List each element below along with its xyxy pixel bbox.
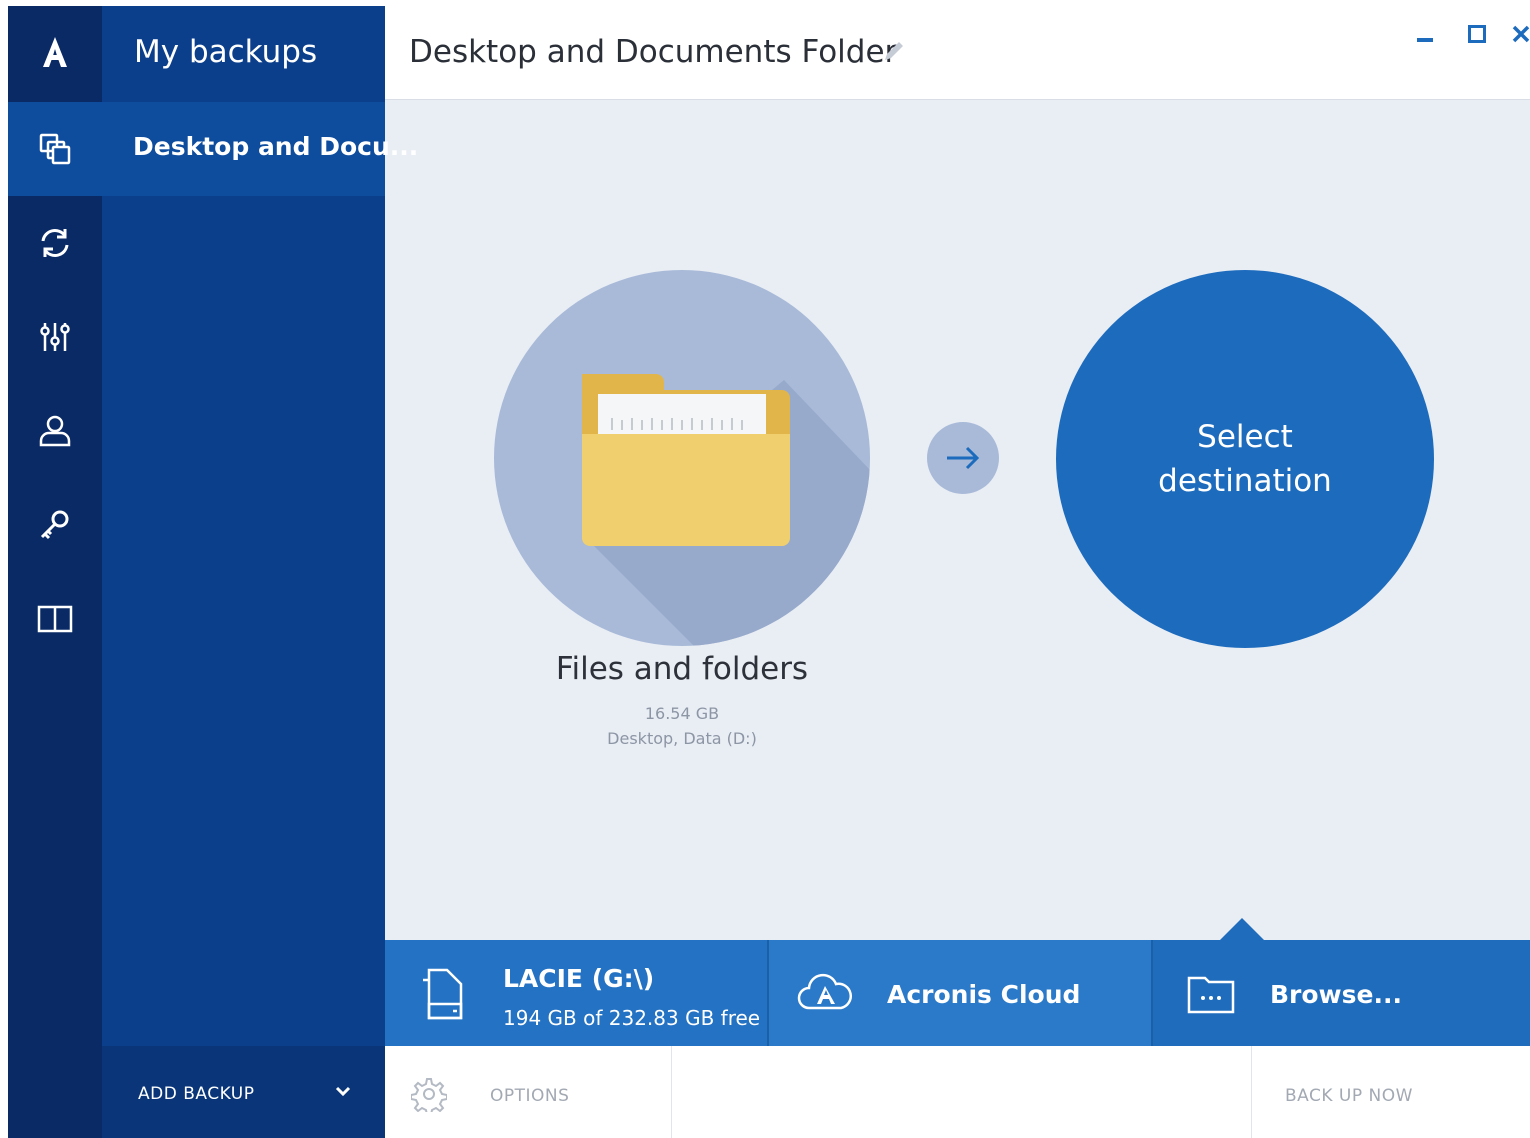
destination-acronis-cloud[interactable]: Acronis Cloud [769,940,1153,1046]
panel-title: My backups [134,34,318,70]
close-icon [1512,25,1530,43]
backups-panel: My backups Desktop and Docu... ADD BACKU… [102,6,418,1138]
chevron-down-icon[interactable] [332,1080,354,1102]
source-location: Desktop, Data (D:) [607,729,757,748]
destination-browse[interactable]: Browse... [1153,940,1530,1046]
cloud-icon [797,973,853,1010]
add-backup-button[interactable]: ADD BACKUP [102,1046,385,1138]
source-size: 16.54 GB [644,704,720,723]
maximize-button[interactable] [1461,18,1493,50]
bottom-toolbar: OPTIONS BACK UP NOW [385,1046,1530,1138]
destination-lacie[interactable]: LACIE (G:\) 194 GB of 232.83 GB free [385,940,769,1046]
folder-browse-icon [1187,976,1235,1014]
destination-free-space: 194 GB of 232.83 GB free [503,1006,761,1030]
acronis-logo-icon [8,6,102,100]
backup-copies-icon[interactable] [8,102,102,196]
key-icon[interactable] [8,478,102,572]
close-button[interactable] [1505,18,1530,50]
gear-icon[interactable] [411,1076,447,1112]
arrow-right-icon [927,422,999,494]
external-drive-icon [423,968,463,1020]
destination-name: Acronis Cloud [887,980,1081,1009]
destination-name: LACIE (G:\) [503,964,655,993]
source-selector[interactable] [494,270,870,646]
destination-selector[interactable]: Select destination [1056,270,1434,648]
divider [1251,1046,1252,1138]
destination-label: Select destination [1158,419,1332,499]
icon-rail [8,6,102,1138]
options-button[interactable]: OPTIONS [490,1086,569,1106]
header-bar: Desktop and Documents Folder [385,6,1530,100]
minimize-button[interactable] [1409,18,1441,50]
edit-pencil-icon[interactable] [879,38,907,66]
tools-sliders-icon[interactable] [8,290,102,384]
folder-icon [582,374,870,646]
destination-pointer [1220,918,1264,940]
sync-icon[interactable] [8,196,102,290]
book-icon[interactable] [8,572,102,666]
account-icon[interactable] [8,384,102,478]
maximize-icon [1468,25,1486,43]
destination-name: Browse... [1270,980,1402,1009]
destination-options: LACIE (G:\) 194 GB of 232.83 GB free Acr… [385,940,1530,1046]
app-window: My backups Desktop and Docu... ADD BACKU… [8,6,1530,1138]
back-up-now-button[interactable]: BACK UP NOW [1285,1086,1413,1106]
backup-list-item[interactable]: Desktop and Docu... [102,102,418,196]
add-backup-label: ADD BACKUP [138,1084,255,1104]
source-title: Files and folders [555,651,809,687]
minimize-icon [1417,38,1433,42]
page-title: Desktop and Documents Folder [409,34,898,70]
divider [671,1046,672,1138]
backup-item-label: Desktop and Docu... [133,132,419,161]
